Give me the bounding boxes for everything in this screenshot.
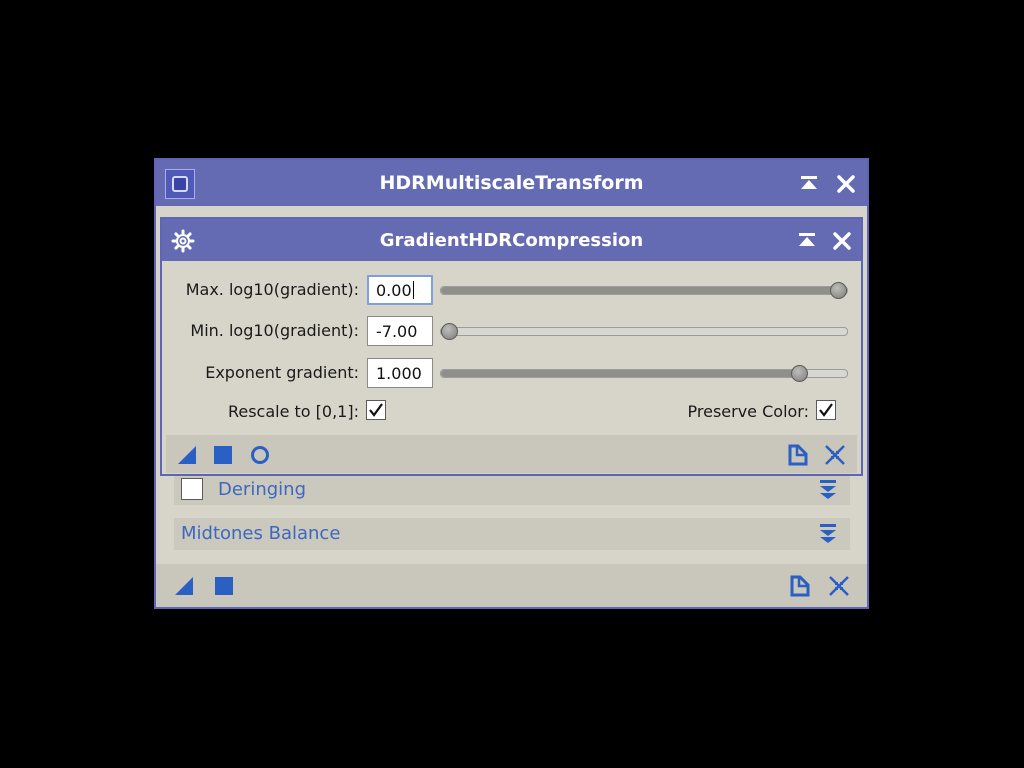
- deringing-checkbox[interactable]: [181, 478, 203, 500]
- close-icon[interactable]: [831, 230, 853, 252]
- gradient-hdr-compression-window: GradientHDRCompression Max. log10(gradie…: [160, 217, 863, 476]
- inner-window-title: GradientHDRCompression: [379, 230, 644, 251]
- max-log-gradient-input[interactable]: 0.00: [367, 275, 433, 305]
- min-log-gradient-slider[interactable]: [440, 323, 848, 340]
- apply-global-circle-icon[interactable]: [248, 443, 272, 467]
- section-deringing[interactable]: Deringing: [174, 475, 850, 505]
- rescale-label: Rescale to [0,1]:: [227, 402, 359, 421]
- reset-document-icon[interactable]: [788, 574, 812, 598]
- new-instance-icon[interactable]: [172, 574, 196, 598]
- inner-title-bar[interactable]: GradientHDRCompression: [162, 219, 861, 261]
- slider-fill: [441, 370, 800, 377]
- apply-square-icon[interactable]: [211, 443, 235, 467]
- section-midtones-balance[interactable]: Midtones Balance: [174, 518, 850, 550]
- max-log-gradient-label: Max. log10(gradient):: [185, 280, 359, 299]
- expand-chevrons-icon[interactable]: [816, 522, 840, 546]
- outer-title-bar[interactable]: HDRMultiscaleTransform: [156, 160, 867, 206]
- min-log-gradient-label: Min. log10(gradient):: [190, 321, 359, 340]
- rescale-checkbox[interactable]: [366, 400, 386, 420]
- preserve-color-checkbox[interactable]: [816, 400, 836, 420]
- exponent-gradient-input[interactable]: 1.000: [367, 358, 433, 388]
- collapse-arrows-icon[interactable]: [823, 443, 847, 467]
- slider-handle[interactable]: [791, 365, 809, 382]
- reset-document-icon[interactable]: [786, 443, 810, 467]
- inner-toolbar: [166, 435, 857, 473]
- close-icon[interactable]: [835, 173, 857, 195]
- collapse-arrows-icon[interactable]: [827, 574, 851, 598]
- section-label-deringing: Deringing: [218, 479, 307, 500]
- exponent-gradient-slider[interactable]: [440, 365, 848, 382]
- max-log-gradient-slider[interactable]: [440, 282, 848, 299]
- slider-handle[interactable]: [830, 282, 847, 299]
- outer-toolbar: [156, 564, 867, 607]
- slider-fill: [441, 287, 839, 294]
- shade-icon[interactable]: [798, 173, 820, 195]
- outer-window-title: HDRMultiscaleTransform: [379, 172, 644, 194]
- section-label-midtones-balance: Midtones Balance: [181, 523, 341, 544]
- exponent-gradient-label: Exponent gradient:: [205, 363, 359, 382]
- slider-handle[interactable]: [441, 323, 458, 340]
- min-log-gradient-input[interactable]: -7.00: [367, 316, 433, 346]
- apply-square-icon[interactable]: [212, 574, 236, 598]
- shade-icon[interactable]: [796, 230, 818, 252]
- new-instance-icon[interactable]: [175, 443, 199, 467]
- expand-chevrons-icon[interactable]: [816, 478, 840, 502]
- preserve-color-label: Preserve Color:: [687, 402, 809, 421]
